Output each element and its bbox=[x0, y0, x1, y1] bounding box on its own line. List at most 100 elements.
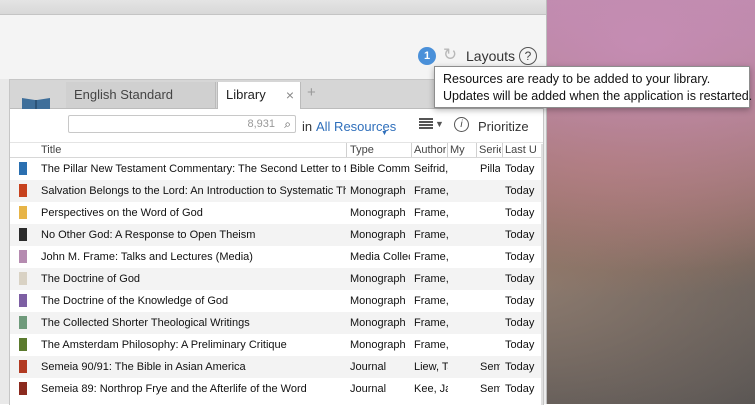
book-cover-icon bbox=[19, 250, 27, 263]
book-cover-icon bbox=[19, 272, 27, 285]
table-row[interactable]: The Doctrine of the Knowledge of God Mono… bbox=[10, 290, 543, 312]
book-cover-icon bbox=[19, 316, 27, 329]
tab-english-standard-version[interactable]: English Standard Version bbox=[66, 82, 216, 128]
table-row[interactable]: John M. Frame: Talks and Lectures (Media… bbox=[10, 246, 543, 268]
row-type: Journal bbox=[350, 383, 387, 395]
row-title: Semeia 90/91: The Bible in Asian America bbox=[41, 361, 246, 373]
title-strip bbox=[0, 0, 546, 15]
row-series: Pillar bbox=[480, 163, 500, 175]
row-title: The Pillar New Testament Commentary: The… bbox=[41, 163, 346, 175]
table-row[interactable]: Perspectives on the Word of God Monograph… bbox=[10, 202, 543, 224]
tab-library[interactable]: Library × bbox=[217, 82, 301, 109]
row-author: Frame, . bbox=[414, 229, 448, 241]
column-series[interactable]: Serie bbox=[479, 144, 501, 157]
chevron-down-icon[interactable]: ▼ bbox=[381, 130, 388, 137]
scrollbar[interactable] bbox=[541, 144, 543, 405]
column-title[interactable]: Title bbox=[41, 144, 341, 157]
book-cover-icon bbox=[19, 162, 27, 175]
application-window: 1 ↻ Layouts ? English Standard Version L… bbox=[0, 0, 752, 405]
row-type: Monograph bbox=[350, 339, 406, 351]
table-row[interactable]: Semeia 89: Northrop Frye and the Afterli… bbox=[10, 378, 543, 400]
sync-icon[interactable]: ↻ bbox=[441, 46, 459, 64]
row-title: No Other God: A Response to Open Theism bbox=[41, 229, 256, 241]
row-last-updated: Today bbox=[505, 273, 535, 285]
row-title: John M. Frame: Talks and Lectures (Media… bbox=[41, 251, 253, 263]
row-last-updated: Today bbox=[505, 339, 535, 351]
result-count: 8,931 bbox=[247, 118, 275, 130]
column-divider[interactable] bbox=[346, 143, 347, 157]
row-title: The Doctrine of the Knowledge of God bbox=[41, 295, 229, 307]
row-last-updated: Today bbox=[505, 317, 535, 329]
row-type: Monograph bbox=[350, 317, 406, 329]
row-type: Monograph bbox=[350, 185, 406, 197]
row-author: Frame, . bbox=[414, 251, 448, 263]
update-badge[interactable]: 1 bbox=[418, 47, 436, 65]
row-author: Frame, . bbox=[414, 207, 448, 219]
book-cover-icon bbox=[19, 184, 27, 197]
row-last-updated: Today bbox=[505, 229, 535, 241]
search-icon[interactable]: ⌕ bbox=[284, 117, 291, 132]
row-author: Liew, Ta bbox=[414, 361, 448, 373]
row-type: Monograph bbox=[350, 295, 406, 307]
book-cover-icon bbox=[19, 228, 27, 241]
table-row[interactable]: The Amsterdam Philosophy: A Preliminary … bbox=[10, 334, 543, 356]
table-row[interactable]: Salvation Belongs to the Lord: An Introd… bbox=[10, 180, 543, 202]
book-cover-icon bbox=[19, 360, 27, 373]
search-input[interactable]: 8,931 ⌕ bbox=[68, 115, 296, 133]
book-cover-icon bbox=[19, 338, 27, 351]
help-icon[interactable]: ? bbox=[519, 47, 537, 65]
row-title: The Amsterdam Philosophy: A Preliminary … bbox=[41, 339, 287, 351]
column-divider[interactable] bbox=[502, 143, 503, 157]
search-row: 8,931 ⌕ in All Resources ▼ ▼ i Prioritiz… bbox=[10, 109, 543, 139]
row-type: Monograph bbox=[350, 273, 406, 285]
column-divider[interactable] bbox=[476, 143, 477, 157]
tooltip-line-1: Resources are ready to be added to your … bbox=[443, 72, 711, 86]
in-label: in bbox=[302, 119, 313, 134]
table-row[interactable]: The Pillar New Testament Commentary: The… bbox=[10, 158, 543, 180]
row-author: Frame, . bbox=[414, 339, 448, 351]
row-author: Seifrid, bbox=[414, 163, 448, 175]
book-cover-icon bbox=[19, 206, 27, 219]
column-divider[interactable] bbox=[411, 143, 412, 157]
row-author: Kee, Jar bbox=[414, 383, 448, 395]
library-table: Title Type Author My Serie Last U The Pi… bbox=[10, 142, 543, 400]
row-title: Salvation Belongs to the Lord: An Introd… bbox=[41, 185, 346, 197]
tab-library-label: Library bbox=[226, 87, 266, 102]
column-author[interactable]: Author bbox=[414, 144, 446, 157]
layouts-button[interactable]: Layouts bbox=[466, 48, 515, 64]
grid-view-icon[interactable] bbox=[419, 118, 433, 130]
row-title: The Doctrine of God bbox=[41, 273, 141, 285]
row-title: Semeia 89: Northrop Frye and the Afterli… bbox=[41, 383, 307, 395]
column-last-updated[interactable]: Last U bbox=[505, 144, 539, 157]
row-author: Frame, . bbox=[414, 273, 448, 285]
table-row[interactable]: The Collected Shorter Theological Writin… bbox=[10, 312, 543, 334]
add-tab-icon[interactable]: + bbox=[307, 84, 316, 101]
row-last-updated: Today bbox=[505, 185, 535, 197]
row-last-updated: Today bbox=[505, 163, 535, 175]
row-last-updated: Today bbox=[505, 207, 535, 219]
row-type: Journal bbox=[350, 361, 387, 373]
table-row[interactable]: The Doctrine of God Monograph Frame, . Toda… bbox=[10, 268, 543, 290]
row-last-updated: Today bbox=[505, 251, 535, 263]
book-cover-icon bbox=[19, 294, 27, 307]
chevron-down-icon[interactable]: ▼ bbox=[435, 119, 444, 129]
row-author: Frame, . bbox=[414, 295, 448, 307]
tooltip-line-2: Updates will be added when the applicati… bbox=[443, 89, 753, 103]
row-title: The Collected Shorter Theological Writin… bbox=[41, 317, 250, 329]
info-icon[interactable]: i bbox=[454, 117, 469, 132]
prioritize-button[interactable]: Prioritize bbox=[478, 119, 529, 134]
table-row[interactable]: No Other God: A Response to Open Theism M… bbox=[10, 224, 543, 246]
row-last-updated: Today bbox=[505, 383, 535, 395]
row-last-updated: Today bbox=[505, 295, 535, 307]
table-header: Title Type Author My Serie Last U bbox=[10, 142, 543, 158]
row-type: Monograph bbox=[350, 229, 406, 241]
column-my[interactable]: My bbox=[450, 144, 474, 157]
column-type[interactable]: Type bbox=[350, 144, 410, 157]
table-row[interactable]: Semeia 90/91: The Bible in Asian America… bbox=[10, 356, 543, 378]
book-cover-icon bbox=[19, 382, 27, 395]
row-type: Media Collect bbox=[350, 251, 410, 263]
row-last-updated: Today bbox=[505, 361, 535, 373]
column-divider[interactable] bbox=[447, 143, 448, 157]
close-icon[interactable]: × bbox=[286, 82, 294, 108]
update-tooltip: Resources are ready to be added to your … bbox=[434, 66, 753, 108]
